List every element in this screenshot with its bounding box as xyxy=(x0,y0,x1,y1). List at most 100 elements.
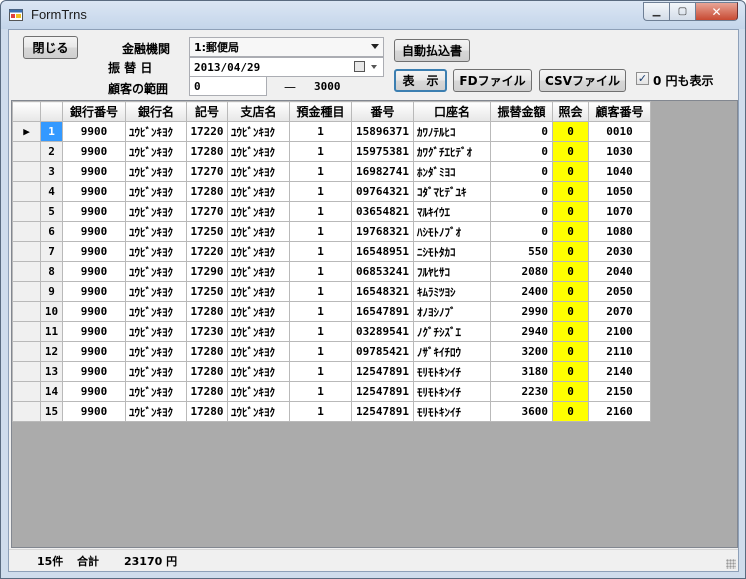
table-cell[interactable]: ﾕｳﾋﾞﾝｷﾖｸ xyxy=(227,321,290,342)
table-cell[interactable]: ﾕｳﾋﾞﾝｷﾖｸ xyxy=(227,381,290,402)
close-form-button[interactable]: 閉じる xyxy=(23,36,78,59)
table-cell[interactable]: 7 xyxy=(40,241,63,262)
table-cell[interactable]: ﾕｳﾋﾞﾝｷﾖｸ xyxy=(227,141,290,162)
table-cell[interactable]: 17280 xyxy=(186,181,228,202)
column-header[interactable]: 銀行名 xyxy=(125,101,187,122)
table-cell[interactable]: 2100 xyxy=(588,321,651,342)
table-cell[interactable]: 9900 xyxy=(62,181,126,202)
table-cell[interactable]: ﾊｼﾓﾄﾉﾌﾞｵ xyxy=(413,221,491,242)
calendar-icon[interactable] xyxy=(354,61,365,72)
table-cell[interactable]: 1 xyxy=(289,261,352,282)
table-cell[interactable]: ｶﾜｸﾞﾁｴﾋﾃﾞｵ xyxy=(413,141,491,162)
table-row[interactable]: 3 9900 ﾕｳﾋﾞﾝｷﾖｸ 17270 ﾕｳﾋﾞﾝｷﾖｸ 1 16982741 ﾎﾝﾀﾞﾐ… xyxy=(12,161,651,182)
table-cell[interactable]: ﾕｳﾋﾞﾝｷﾖｸ xyxy=(125,321,187,342)
table-cell[interactable]: 9900 xyxy=(62,241,126,262)
column-header[interactable] xyxy=(40,101,63,122)
auto-payment-slip-button[interactable]: 自動払込書 xyxy=(394,39,470,62)
table-cell[interactable]: 1 xyxy=(289,341,352,362)
column-header[interactable]: 顧客番号 xyxy=(588,101,651,122)
table-cell[interactable]: 0 xyxy=(552,241,589,262)
row-indicator[interactable] xyxy=(12,161,41,182)
table-cell[interactable]: 1030 xyxy=(588,141,651,162)
table-cell[interactable]: ﾕｳﾋﾞﾝｷﾖｸ xyxy=(125,341,187,362)
table-cell[interactable]: 17280 xyxy=(186,361,228,382)
table-cell[interactable]: 1 xyxy=(289,301,352,322)
table-cell[interactable]: 5 xyxy=(40,201,63,222)
table-cell[interactable]: 17270 xyxy=(186,201,228,222)
table-cell[interactable]: ﾉｸﾞﾁｼｽﾞｴ xyxy=(413,321,491,342)
table-cell[interactable]: 1 xyxy=(289,181,352,202)
table-cell[interactable]: 1 xyxy=(289,161,352,182)
table-row[interactable]: 5 9900 ﾕｳﾋﾞﾝｷﾖｸ 17270 ﾕｳﾋﾞﾝｷﾖｸ 1 03654821 ﾏﾙｷｲｳ… xyxy=(12,201,651,222)
minimize-button[interactable]: ▁ xyxy=(643,2,669,21)
table-cell[interactable]: 19768321 xyxy=(351,221,414,242)
table-cell[interactable]: ﾎﾝﾀﾞﾐﾖｺ xyxy=(413,161,491,182)
table-cell[interactable]: 17220 xyxy=(186,121,228,142)
table-cell[interactable]: ﾕｳﾋﾞﾝｷﾖｸ xyxy=(227,161,290,182)
table-cell[interactable]: 0 xyxy=(490,221,553,242)
table-cell[interactable]: ﾕｳﾋﾞﾝｷﾖｸ xyxy=(227,121,290,142)
row-indicator[interactable] xyxy=(12,201,41,222)
table-cell[interactable]: ﾕｳﾋﾞﾝｷﾖｸ xyxy=(125,221,187,242)
table-cell[interactable]: 15975381 xyxy=(351,141,414,162)
table-cell[interactable]: ﾕｳﾋﾞﾝｷﾖｸ xyxy=(227,301,290,322)
row-indicator[interactable] xyxy=(12,341,41,362)
table-cell[interactable]: ﾕｳﾋﾞﾝｷﾖｸ xyxy=(125,141,187,162)
table-cell[interactable]: ﾕｳﾋﾞﾝｷﾖｸ xyxy=(125,161,187,182)
table-cell[interactable]: 12 xyxy=(40,341,63,362)
table-cell[interactable]: ﾉｻﾞｷｲﾁﾛｳ xyxy=(413,341,491,362)
table-cell[interactable]: ﾓﾘﾓﾄｷﾝｲﾁ xyxy=(413,361,491,382)
table-cell[interactable]: 1080 xyxy=(588,221,651,242)
table-cell[interactable]: 1070 xyxy=(588,201,651,222)
table-cell[interactable]: 9900 xyxy=(62,201,126,222)
table-cell[interactable]: 2990 xyxy=(490,301,553,322)
table-cell[interactable]: ﾏﾙｷｲｳｴ xyxy=(413,201,491,222)
table-cell[interactable]: 17280 xyxy=(186,341,228,362)
table-cell[interactable]: 12547891 xyxy=(351,361,414,382)
fd-file-button[interactable]: FDファイル xyxy=(453,69,532,92)
row-indicator[interactable] xyxy=(12,301,41,322)
table-cell[interactable]: 2400 xyxy=(490,281,553,302)
table-cell[interactable]: ﾕｳﾋﾞﾝｷﾖｸ xyxy=(227,221,290,242)
table-cell[interactable]: 1 xyxy=(289,121,352,142)
bank-select[interactable]: 1:郵便局 xyxy=(189,37,384,57)
table-cell[interactable]: 1 xyxy=(289,201,352,222)
table-cell[interactable]: 9900 xyxy=(62,361,126,382)
column-header[interactable]: 銀行番号 xyxy=(62,101,126,122)
table-cell[interactable]: 4 xyxy=(40,181,63,202)
table-cell[interactable]: 0 xyxy=(552,221,589,242)
table-cell[interactable]: 2050 xyxy=(588,281,651,302)
table-cell[interactable]: 16548321 xyxy=(351,281,414,302)
table-cell[interactable]: 13 xyxy=(40,361,63,382)
table-cell[interactable]: 9900 xyxy=(62,341,126,362)
column-header[interactable]: 振替金額 xyxy=(490,101,553,122)
table-cell[interactable]: 1 xyxy=(289,221,352,242)
table-row[interactable]: 9 9900 ﾕｳﾋﾞﾝｷﾖｸ 17250 ﾕｳﾋﾞﾝｷﾖｸ 1 16548321 ｷﾑﾗﾐﾂ… xyxy=(12,281,651,302)
table-cell[interactable]: 2140 xyxy=(588,361,651,382)
table-row[interactable]: 8 9900 ﾕｳﾋﾞﾝｷﾖｸ 17290 ﾕｳﾋﾞﾝｷﾖｸ 1 06853241 ﾌﾙﾔﾋｻ… xyxy=(12,261,651,282)
table-cell[interactable]: ﾓﾘﾓﾄｷﾝｲﾁ xyxy=(413,381,491,402)
table-cell[interactable]: ﾕｳﾋﾞﾝｷﾖｸ xyxy=(125,241,187,262)
table-cell[interactable]: 8 xyxy=(40,261,63,282)
table-row[interactable]: 2 9900 ﾕｳﾋﾞﾝｷﾖｸ 17280 ﾕｳﾋﾞﾝｷﾖｸ 1 15975381 ｶﾜｸﾞﾁ… xyxy=(12,141,651,162)
row-indicator[interactable] xyxy=(12,401,41,422)
range-to-input[interactable]: 3000 xyxy=(309,76,384,96)
table-cell[interactable]: 1 xyxy=(289,241,352,262)
table-cell[interactable]: 9 xyxy=(40,281,63,302)
range-from-input[interactable]: 0 xyxy=(189,76,267,96)
column-header[interactable]: 預金種目 xyxy=(289,101,352,122)
table-cell[interactable]: 10 xyxy=(40,301,63,322)
table-cell[interactable]: 0 xyxy=(552,141,589,162)
table-row[interactable]: 14 9900 ﾕｳﾋﾞﾝｷﾖｸ 17280 ﾕｳﾋﾞﾝｷﾖｸ 1 12547891 ﾓﾘﾓﾄ… xyxy=(12,381,651,402)
table-cell[interactable]: ﾕｳﾋﾞﾝｷﾖｸ xyxy=(125,381,187,402)
table-cell[interactable]: 17290 xyxy=(186,261,228,282)
table-cell[interactable]: 16547891 xyxy=(351,301,414,322)
table-cell[interactable]: 0 xyxy=(552,261,589,282)
table-cell[interactable]: 2150 xyxy=(588,381,651,402)
table-cell[interactable]: 9900 xyxy=(62,301,126,322)
table-row[interactable]: 12 9900 ﾕｳﾋﾞﾝｷﾖｸ 17280 ﾕｳﾋﾞﾝｷﾖｸ 1 09785421 ﾉｻﾞｷ… xyxy=(12,341,651,362)
table-cell[interactable]: 2230 xyxy=(490,381,553,402)
table-cell[interactable]: 0 xyxy=(552,301,589,322)
table-cell[interactable]: 9900 xyxy=(62,121,126,142)
table-cell[interactable]: 17250 xyxy=(186,221,228,242)
